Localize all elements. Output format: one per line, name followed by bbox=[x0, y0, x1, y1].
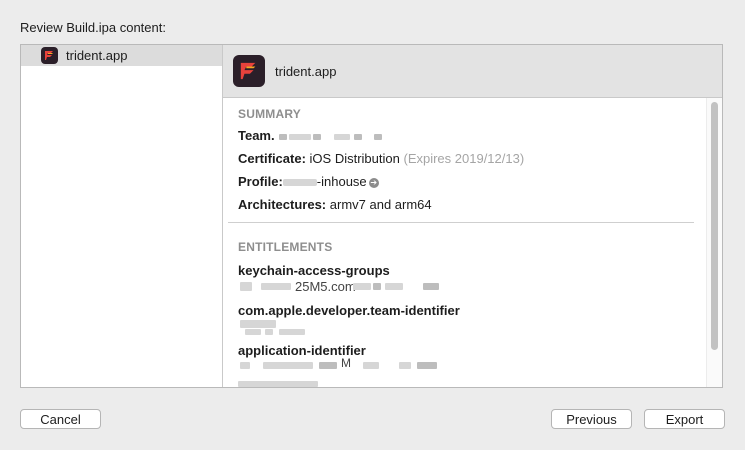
certificate-label: Certificate: bbox=[238, 151, 306, 166]
redacted-value bbox=[373, 283, 381, 290]
detail-scroll-area[interactable]: SUMMARY Team. Certificate: iOS Distribut… bbox=[223, 98, 722, 387]
detail-header: trident.app bbox=[223, 45, 722, 98]
redacted-value bbox=[319, 362, 337, 369]
redacted-value bbox=[261, 283, 291, 290]
previous-button[interactable]: Previous bbox=[551, 409, 632, 429]
dialog-header-label: Review Build.ipa content: bbox=[20, 20, 166, 35]
architectures-value: armv7 and arm64 bbox=[329, 197, 432, 212]
profile-value: -inhouse bbox=[316, 174, 367, 189]
detail-pane: trident.app SUMMARY Team. Certificate: i… bbox=[223, 45, 722, 387]
entitlement-key: com.apple.developer.team-identifier bbox=[238, 303, 460, 318]
architectures-label: Architectures: bbox=[238, 197, 327, 212]
redacted-value bbox=[363, 362, 379, 369]
redacted-value bbox=[423, 283, 439, 290]
redacted-value bbox=[282, 179, 317, 187]
scrollbar-thumb[interactable] bbox=[711, 102, 718, 350]
redacted-value bbox=[374, 134, 382, 140]
redacted-value bbox=[240, 320, 276, 328]
sidebar: trident.app bbox=[21, 45, 223, 387]
vertical-scrollbar[interactable] bbox=[706, 98, 722, 387]
cancel-button[interactable]: Cancel bbox=[20, 409, 101, 429]
redacted-value bbox=[354, 134, 362, 140]
redacted-value bbox=[240, 282, 252, 291]
redacted-value bbox=[399, 362, 411, 369]
redacted-value bbox=[245, 329, 261, 335]
entitlements-heading: ENTITLEMENTS bbox=[238, 240, 333, 254]
redacted-value bbox=[263, 362, 313, 369]
sidebar-item-trident-app[interactable]: trident.app bbox=[21, 45, 222, 66]
team-label: Team. bbox=[238, 128, 275, 143]
content-frame: trident.app trident.app SUMMARY Team. Ce… bbox=[20, 44, 723, 388]
summary-heading: SUMMARY bbox=[238, 107, 301, 121]
detail-title: trident.app bbox=[275, 63, 337, 79]
redacted-value bbox=[334, 134, 350, 140]
redacted-value bbox=[279, 329, 305, 335]
entitlement-key: keychain-access-groups bbox=[238, 263, 390, 278]
architectures-row: Architectures: armv7 and arm64 bbox=[238, 197, 432, 212]
app-icon bbox=[41, 47, 58, 64]
certificate-expiry: (Expires 2019/12/13) bbox=[403, 151, 525, 166]
redacted-value bbox=[265, 329, 273, 335]
profile-row: Profile: -inhouse ➔ bbox=[238, 174, 379, 189]
arrow-circle-icon[interactable]: ➔ bbox=[368, 177, 379, 188]
redacted-value bbox=[353, 283, 371, 290]
redacted-value bbox=[238, 381, 318, 387]
redacted-value bbox=[385, 283, 403, 290]
team-row: Team. bbox=[238, 128, 275, 143]
export-button[interactable]: Export bbox=[644, 409, 725, 429]
redacted-value bbox=[313, 134, 321, 140]
app-icon bbox=[233, 55, 265, 87]
entitlement-value-partial: M bbox=[341, 356, 351, 370]
entitlement-value-partial: 25M5.com bbox=[295, 279, 356, 294]
section-divider bbox=[228, 222, 694, 223]
profile-label: Profile: bbox=[238, 174, 283, 189]
certificate-row: Certificate: iOS Distribution (Expires 2… bbox=[238, 151, 524, 166]
sidebar-item-label: trident.app bbox=[66, 48, 128, 63]
redacted-value bbox=[289, 134, 311, 140]
certificate-value: iOS Distribution bbox=[309, 151, 400, 166]
redacted-value bbox=[417, 362, 437, 369]
redacted-value bbox=[240, 362, 250, 369]
redacted-value bbox=[279, 134, 287, 140]
